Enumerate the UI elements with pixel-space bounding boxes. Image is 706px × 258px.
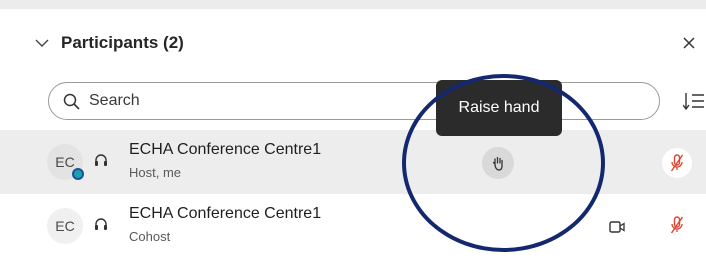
panel-header: Participants (2) [0,9,706,81]
search-box[interactable] [48,82,660,120]
tooltip-text: Raise hand [458,99,540,116]
participant-row[interactable]: EC ECHA Conference Centre1 Cohost [0,194,706,258]
participant-name: ECHA Conference Centre1 [129,141,322,158]
avatar: EC [47,208,83,244]
search-icon [63,93,80,110]
avatar-initials: EC [55,218,75,234]
mic-muted-icon [670,216,684,234]
headset-icon [95,154,107,166]
close-icon[interactable] [682,36,696,50]
mute-button[interactable] [662,148,692,178]
search-input[interactable] [89,90,389,112]
mute-button[interactable] [662,210,692,240]
panel-title: Participants (2) [61,33,184,52]
raise-hand-button[interactable] [482,147,514,179]
sort-icon[interactable] [683,91,705,111]
hand-icon [492,156,503,171]
video-icon[interactable] [609,220,625,234]
avatar-initials: EC [55,154,75,170]
participant-row[interactable]: EC ECHA Conference Centre1 Host, me [0,130,706,194]
mic-muted-icon [670,154,684,172]
participants-panel: Participants (2) EC ECHA Conference Cent… [0,9,706,258]
avatar: EC [47,144,84,180]
chevron-down-icon[interactable] [34,35,50,51]
raise-hand-tooltip: Raise hand [436,80,562,136]
participant-role: Host, me [129,165,182,180]
headset-icon [95,218,107,230]
participant-role: Cohost [129,229,171,244]
status-badge [72,168,84,180]
participant-name: ECHA Conference Centre1 [129,205,322,222]
